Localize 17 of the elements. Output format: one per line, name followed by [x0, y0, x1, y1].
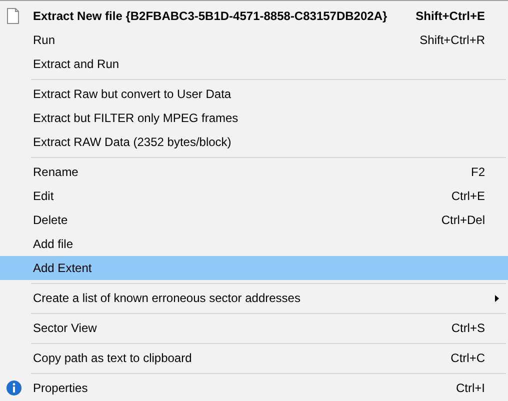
- menu-item[interactable]: Extract Raw but convert to User Data: [0, 82, 508, 106]
- document-icon: [6, 8, 20, 24]
- info-icon: [6, 380, 22, 396]
- menu-item[interactable]: Add file: [0, 232, 508, 256]
- menu-item[interactable]: Edit Ctrl+E: [0, 184, 508, 208]
- menu-item[interactable]: Copy path as text to clipboard Ctrl+C: [0, 346, 508, 370]
- menu-item[interactable]: Properties Ctrl+I: [0, 376, 508, 400]
- menu-item[interactable]: Extract New file {B2FBABC3-5B1D-4571-8858-C83157DB202A} Shift+Ctrl+E: [0, 4, 508, 28]
- menu-item[interactable]: Add Extent: [0, 256, 508, 280]
- menu-item[interactable]: Sector View Ctrl+S: [0, 316, 508, 340]
- menu-item[interactable]: Delete Ctrl+Del: [0, 208, 508, 232]
- menu-item[interactable]: Run Shift+Ctrl+R: [0, 28, 508, 52]
- menu-item[interactable]: Extract but FILTER only MPEG frames: [0, 106, 508, 130]
- menu-item[interactable]: Extract RAW Data (2352 bytes/block): [0, 130, 508, 154]
- menu-item[interactable]: Create a list of known erroneous sector addresses: [0, 286, 508, 310]
- menu-item[interactable]: Rename F2: [0, 160, 508, 184]
- menu-item[interactable]: Extract and Run: [0, 52, 508, 76]
